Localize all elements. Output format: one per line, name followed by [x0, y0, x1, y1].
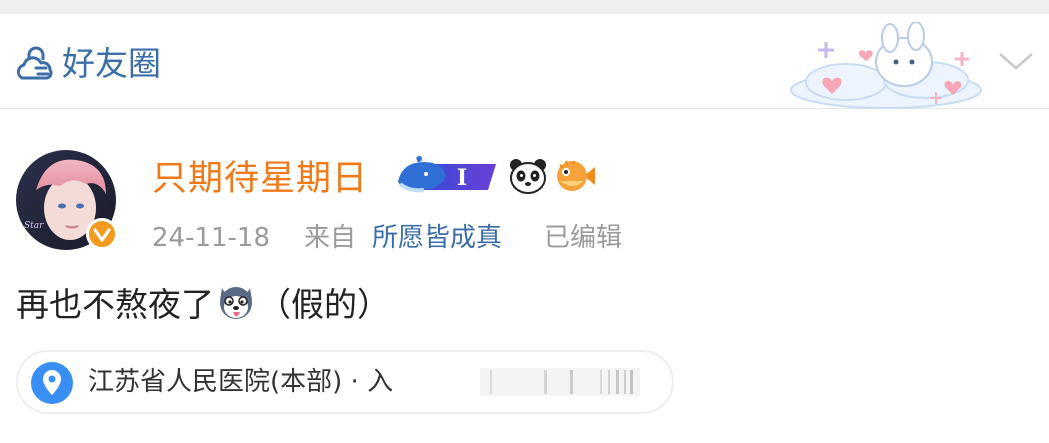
bunny-cloud-decoration — [790, 22, 982, 109]
post-text-main: 再也不熬夜了 — [16, 285, 214, 324]
whale-badge-level: I — [457, 165, 467, 191]
location-pin-icon — [31, 362, 73, 404]
top-strip — [0, 0, 1049, 14]
post-source[interactable]: 所愿皆成真 — [372, 220, 502, 256]
from-label: 来自 — [304, 223, 357, 253]
chevron-down-icon[interactable] — [996, 46, 1036, 76]
panda-icon — [510, 159, 546, 194]
edited-label[interactable]: 已编辑 — [544, 220, 622, 256]
username[interactable]: 只期待星期日 — [152, 155, 368, 203]
husky-tongue-emoji — [220, 287, 252, 319]
post-date: 24-11-18 — [152, 223, 271, 253]
svg-text:Star: Star — [24, 221, 44, 231]
redacted-text — [480, 368, 640, 396]
location-text: 江苏省人民医院(本部) · 入 — [88, 367, 394, 397]
verified-v-icon — [86, 218, 118, 250]
post-text-suffix: （假的） — [258, 285, 390, 324]
visibility-header: 好友圈 — [0, 14, 1049, 109]
post-text: 再也不熬夜了 （假的） — [16, 282, 390, 328]
location-tag[interactable]: 江苏省人民医院(本部) · 入 — [16, 350, 674, 414]
visibility-label[interactable]: 好友圈 — [62, 42, 161, 86]
whale-member-badge[interactable]: I — [396, 156, 500, 196]
lock-cloud-icon — [16, 46, 53, 80]
pufferfish-icon — [557, 160, 595, 191]
